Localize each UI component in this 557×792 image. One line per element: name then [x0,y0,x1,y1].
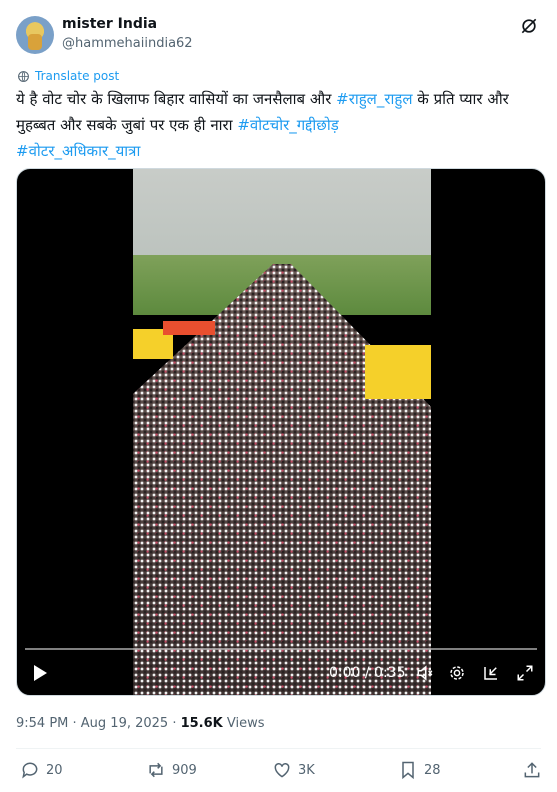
author-name[interactable]: mister India [62,16,157,32]
video-player[interactable]: 0:00 / 0:35 [16,168,546,696]
tweet-text-part1: ये है वोट चोर के खिलाफ बिहार वासियों का … [16,90,337,108]
reply-count: 20 [46,762,63,778]
video-controls: 0:00 / 0:35 [17,635,545,695]
share-icon [524,762,540,778]
divider [16,748,541,749]
post-timestamp[interactable]: 9:54 PM · Aug 19, 2025 · [16,716,181,731]
picture-in-picture-icon[interactable] [481,663,501,683]
author-handle[interactable]: @hammehaiindia62 [62,36,193,51]
bookmark-button[interactable]: 28 [398,760,441,780]
translate-post-link[interactable]: Translate post [17,69,119,83]
video-time: 0:00 / 0:35 [329,665,406,681]
globe-icon [18,70,29,82]
video-progress-bar[interactable] [25,648,537,650]
tweet-text: ये है वोट चोर के खिलाफ बिहार वासियों का … [16,86,541,164]
heart-icon [274,762,290,778]
tweet-header: mister India @hammehaiindia62 [16,14,541,58]
volume-icon[interactable] [415,663,435,683]
hashtag-votechor[interactable]: #वोटचोर_गद्दीछोड़ [237,116,338,134]
repost-count: 909 [172,762,197,778]
views-count: 15.6K [180,716,223,731]
share-button[interactable] [522,760,542,780]
hashtag-voter-adhikar[interactable]: #वोटर_अधिकार_यात्रा [16,142,140,160]
settings-gear-icon[interactable] [447,663,467,683]
avatar[interactable] [16,16,54,54]
grok-icon[interactable] [519,16,539,36]
reply-button[interactable]: 20 [20,760,63,780]
views-label: Views [222,716,265,731]
repost-icon [149,762,163,778]
video-frame[interactable] [133,169,431,695]
repost-button[interactable]: 909 [146,760,197,780]
play-icon[interactable] [31,663,49,683]
bookmark-count: 28 [424,762,441,778]
fullscreen-icon[interactable] [515,663,535,683]
post-meta: 9:54 PM · Aug 19, 2025 · 15.6K Views [16,716,265,731]
like-count: 3K [298,762,315,778]
hashtag-rahul[interactable]: #राहुल_राहुल [336,90,412,108]
bookmark-icon [402,761,414,780]
like-button[interactable]: 3K [272,760,315,780]
action-bar: 20 909 3K 28 [16,760,541,784]
translate-label: Translate post [35,69,120,83]
reply-icon [22,762,38,779]
